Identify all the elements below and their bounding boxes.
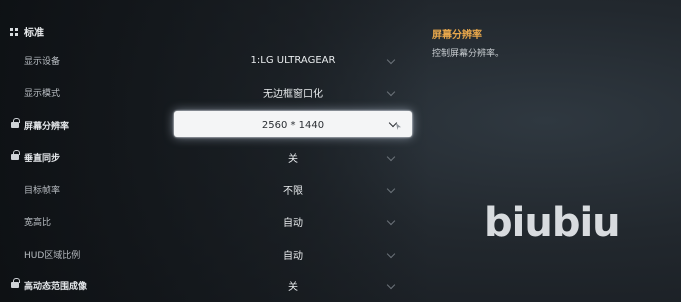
- setting-value[interactable]: 关: [175, 150, 411, 165]
- watermark-logo: biubiu: [484, 200, 621, 246]
- setting-row-target-framerate[interactable]: 目标帧率 不限: [0, 175, 410, 203]
- setting-label: 高动态范围成像: [24, 281, 88, 292]
- settings-screen: 标准 显示设备 1:LG ULTRAGEAR 显示模式 无边框窗口化 屏幕分辨率…: [0, 0, 681, 302]
- setting-row-vsync[interactable]: 垂直同步 关: [0, 143, 410, 171]
- setting-label: 显示设备: [24, 56, 61, 67]
- lock-icon: [11, 118, 20, 129]
- setting-value[interactable]: 不限: [175, 182, 411, 197]
- setting-value[interactable]: 自动: [175, 214, 411, 229]
- setting-row-display-mode[interactable]: 显示模式 无边框窗口化: [0, 78, 410, 106]
- setting-label: 显示模式: [24, 88, 61, 99]
- section-title: 标准: [24, 28, 44, 39]
- lock-icon: [11, 150, 20, 161]
- section-header: 标准: [10, 24, 44, 39]
- setting-value[interactable]: 无边框窗口化: [175, 85, 411, 100]
- setting-label: 屏幕分辨率: [24, 121, 70, 132]
- detail-description: 控制屏幕分辨率。: [432, 49, 505, 59]
- setting-value[interactable]: 自动: [175, 247, 411, 262]
- setting-value[interactable]: 1:LG ULTRAGEAR: [175, 55, 411, 66]
- setting-label: 目标帧率: [24, 185, 61, 196]
- setting-label: HUD区域比例: [24, 250, 81, 261]
- setting-row-hud-scale[interactable]: HUD区域比例 自动: [0, 240, 410, 268]
- setting-row-display-device[interactable]: 显示设备 1:LG ULTRAGEAR: [0, 46, 410, 74]
- setting-label: 宽高比: [24, 217, 52, 228]
- setting-row-aspect-ratio[interactable]: 宽高比 自动: [0, 207, 410, 235]
- setting-value[interactable]: 2560 * 1440: [175, 120, 411, 131]
- setting-value[interactable]: 关: [175, 278, 411, 293]
- setting-row-resolution[interactable]: 屏幕分辨率 2560 * 1440: [0, 111, 412, 139]
- lock-icon: [11, 278, 20, 289]
- setting-row-hdr[interactable]: 高动态范围成像 关: [0, 271, 410, 299]
- detail-title: 屏幕分辨率: [432, 30, 482, 41]
- grid-icon: [10, 27, 18, 36]
- setting-label: 垂直同步: [24, 153, 61, 164]
